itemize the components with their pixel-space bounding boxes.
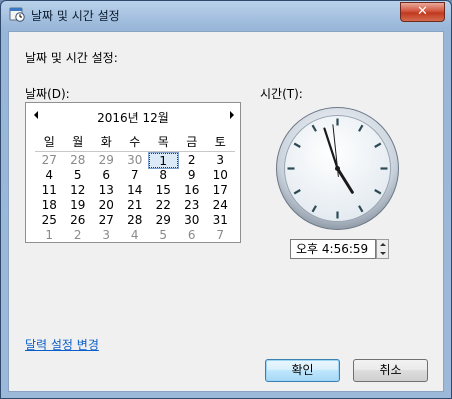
calendar-day[interactable]: 6: [178, 228, 207, 243]
calendar-day[interactable]: 29: [92, 153, 121, 168]
calendar-month-title[interactable]: 2016년 12월: [26, 109, 240, 126]
change-calendar-settings-link[interactable]: 달력 설정 변경: [25, 336, 99, 353]
time-label: 시간(T):: [260, 87, 303, 101]
calendar-day[interactable]: 27: [35, 153, 64, 168]
calendar-day[interactable]: 25: [35, 213, 64, 228]
calendar-day[interactable]: 17: [206, 183, 235, 198]
calendar-day[interactable]: 13: [92, 183, 121, 198]
calendar-header: 2016년 12월: [26, 109, 240, 125]
calendar-day[interactable]: 4: [121, 228, 150, 243]
calendar-day[interactable]: 28: [121, 213, 150, 228]
clock-app-icon: [9, 7, 25, 22]
ok-button[interactable]: 확인: [265, 359, 340, 382]
calendar-day[interactable]: 19: [64, 198, 93, 213]
spin-up-icon[interactable]: [380, 243, 386, 246]
calendar-day-selected[interactable]: 1: [148, 152, 179, 169]
calendar-day[interactable]: 16: [178, 183, 207, 198]
calendar-day[interactable]: 31: [206, 213, 235, 228]
calendar-day[interactable]: 2: [178, 153, 207, 168]
calendar-day[interactable]: 2: [64, 228, 93, 243]
weekday-label: 목: [157, 135, 169, 149]
dialog-window: 날짜 및 시간 설정 ✕ 날짜 및 시간 설정: 날짜(D): 시간(T): 2…: [0, 0, 452, 399]
calendar-week-row: 27 28 29 30 1 2 3: [35, 152, 235, 169]
weekday-divider: [35, 151, 235, 152]
dialog-body: 날짜 및 시간 설정: 날짜(D): 시간(T): 2016년 12월 일 월 …: [8, 31, 444, 392]
weekday-label: 화: [100, 135, 112, 149]
calendar-day[interactable]: 5: [64, 168, 93, 183]
calendar-day[interactable]: 5: [149, 228, 178, 243]
month-calendar[interactable]: 2016년 12월 일 월 화 수 목 금 토 27 28 29 30 1 2 3 4 5 6 7 8…: [25, 102, 241, 243]
calendar-week-row: 25 26 27 28 29 30 31: [35, 213, 235, 228]
weekday-label: 수: [129, 135, 141, 149]
calendar-day[interactable]: 3: [206, 153, 235, 168]
calendar-day[interactable]: 28: [64, 153, 93, 168]
calendar-day[interactable]: 24: [206, 198, 235, 213]
calendar-day[interactable]: 1: [35, 228, 64, 243]
calendar-day[interactable]: 22: [149, 198, 178, 213]
time-input[interactable]: 오후 4:56:59: [290, 239, 376, 259]
dialog-heading: 날짜 및 시간 설정:: [25, 51, 118, 65]
weekday-label: 월: [72, 135, 84, 149]
calendar-day[interactable]: 9: [178, 168, 207, 183]
calendar-week-row: 1234567: [35, 228, 235, 243]
weekday-header-row: 일 월 화 수 목 금 토: [35, 135, 235, 150]
close-button[interactable]: ✕: [400, 2, 445, 22]
title-bar[interactable]: 날짜 및 시간 설정 ✕: [1, 1, 451, 29]
calendar-day[interactable]: 21: [121, 198, 150, 213]
calendar-day[interactable]: 18: [35, 198, 64, 213]
calendar-day[interactable]: 4: [35, 168, 64, 183]
cancel-button[interactable]: 취소: [353, 359, 428, 382]
calendar-weeks: 27 28 29 30 1 2 3 4 5 6 7 8 9 10 11 12 13 14 15 16 17 18 19 20 2…: [35, 152, 235, 243]
calendar-day[interactable]: 30: [121, 153, 150, 168]
calendar-day[interactable]: 29: [149, 213, 178, 228]
calendar-day[interactable]: 3: [92, 228, 121, 243]
calendar-day[interactable]: 20: [92, 198, 121, 213]
weekday-label: 금: [186, 135, 198, 149]
time-spinner[interactable]: [376, 239, 389, 259]
window-title: 날짜 및 시간 설정: [31, 9, 120, 23]
calendar-day[interactable]: 11: [35, 183, 64, 198]
calendar-day[interactable]: 23: [178, 198, 207, 213]
weekday-label: 토: [214, 135, 226, 149]
clock-center-pin: [335, 166, 340, 171]
calendar-day[interactable]: 14: [121, 183, 150, 198]
calendar-day[interactable]: 7: [206, 228, 235, 243]
calendar-week-row: 11 12 13 14 15 16 17: [35, 183, 235, 198]
analog-clock: [276, 107, 399, 230]
calendar-day[interactable]: 26: [64, 213, 93, 228]
next-month-icon[interactable]: [230, 111, 234, 119]
calendar-week-row: 18 19 20 21 22 23 24: [35, 198, 235, 213]
spin-down-icon[interactable]: [380, 252, 386, 255]
calendar-day[interactable]: 7: [121, 168, 150, 183]
calendar-grid: 일 월 화 수 목 금 토 27 28 29 30 1 2 3 4 5 6 7 8 9 10 11 12 13 1…: [35, 135, 235, 243]
calendar-day[interactable]: 30: [178, 213, 207, 228]
calendar-day[interactable]: 6: [92, 168, 121, 183]
calendar-day[interactable]: 15: [149, 183, 178, 198]
close-icon: ✕: [417, 4, 428, 19]
date-label: 날짜(D):: [25, 87, 70, 101]
calendar-day[interactable]: 27: [92, 213, 121, 228]
calendar-week-row: 4 5 6 7 8 9 10: [35, 168, 235, 183]
calendar-day[interactable]: 10: [206, 168, 235, 183]
calendar-day[interactable]: 12: [64, 183, 93, 198]
weekday-label: 일: [43, 135, 55, 149]
calendar-day[interactable]: 8: [149, 168, 178, 183]
